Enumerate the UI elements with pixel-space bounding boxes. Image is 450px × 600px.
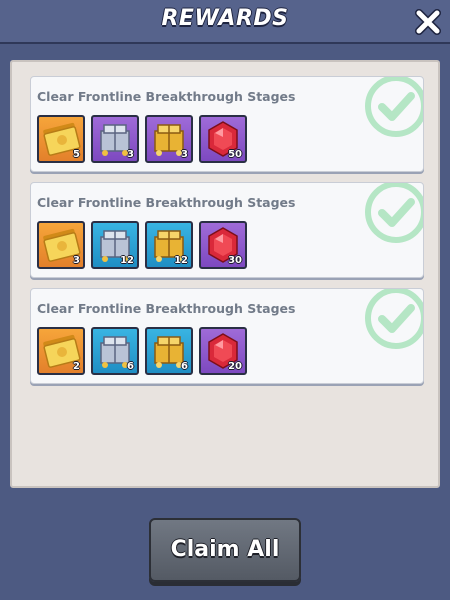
reward-item[interactable]: 6 xyxy=(145,327,193,375)
checkmark-icon xyxy=(365,77,423,137)
claim-all-label: Claim All xyxy=(170,537,280,562)
claim-all-button[interactable]: Claim All xyxy=(149,518,301,582)
reward-item[interactable]: 5 xyxy=(37,115,85,163)
item-quantity: 50 xyxy=(228,149,242,160)
reward-item[interactable]: 12 xyxy=(91,221,139,269)
item-quantity: 5 xyxy=(73,149,80,160)
item-quantity: 20 xyxy=(228,361,242,372)
item-quantity: 12 xyxy=(174,255,188,266)
reward-item[interactable]: 3 xyxy=(91,115,139,163)
reward-item[interactable]: 12 xyxy=(145,221,193,269)
item-quantity: 6 xyxy=(181,361,188,372)
checkmark-icon xyxy=(365,183,423,243)
reward-title: Clear Frontline Breakthrough Stages xyxy=(37,195,296,210)
reward-card: Clear Frontline Breakthrough Stages 3 12… xyxy=(30,182,424,278)
item-quantity: 12 xyxy=(120,255,134,266)
reward-title: Clear Frontline Breakthrough Stages xyxy=(37,89,296,104)
reward-item[interactable]: 20 xyxy=(199,327,247,375)
reward-item[interactable]: 30 xyxy=(199,221,247,269)
reward-item[interactable]: 6 xyxy=(91,327,139,375)
reward-card: Clear Frontline Breakthrough Stages 5 3 … xyxy=(30,76,424,172)
header-bar: REWARDS xyxy=(0,0,450,44)
item-quantity: 2 xyxy=(73,361,80,372)
item-quantity: 30 xyxy=(228,255,242,266)
close-icon xyxy=(415,9,441,35)
reward-title: Clear Frontline Breakthrough Stages xyxy=(37,301,296,316)
close-button[interactable] xyxy=(414,8,442,36)
reward-item[interactable]: 2 xyxy=(37,327,85,375)
rewards-panel: Clear Frontline Breakthrough Stages 5 3 … xyxy=(10,60,440,488)
item-quantity: 6 xyxy=(127,361,134,372)
item-quantity: 3 xyxy=(181,149,188,160)
reward-item[interactable]: 3 xyxy=(145,115,193,163)
checkmark-icon xyxy=(365,289,423,349)
item-quantity: 3 xyxy=(127,149,134,160)
reward-item[interactable]: 50 xyxy=(199,115,247,163)
reward-item[interactable]: 3 xyxy=(37,221,85,269)
item-quantity: 3 xyxy=(73,255,80,266)
reward-card: Clear Frontline Breakthrough Stages 2 6 … xyxy=(30,288,424,384)
page-title: REWARDS xyxy=(161,6,289,31)
